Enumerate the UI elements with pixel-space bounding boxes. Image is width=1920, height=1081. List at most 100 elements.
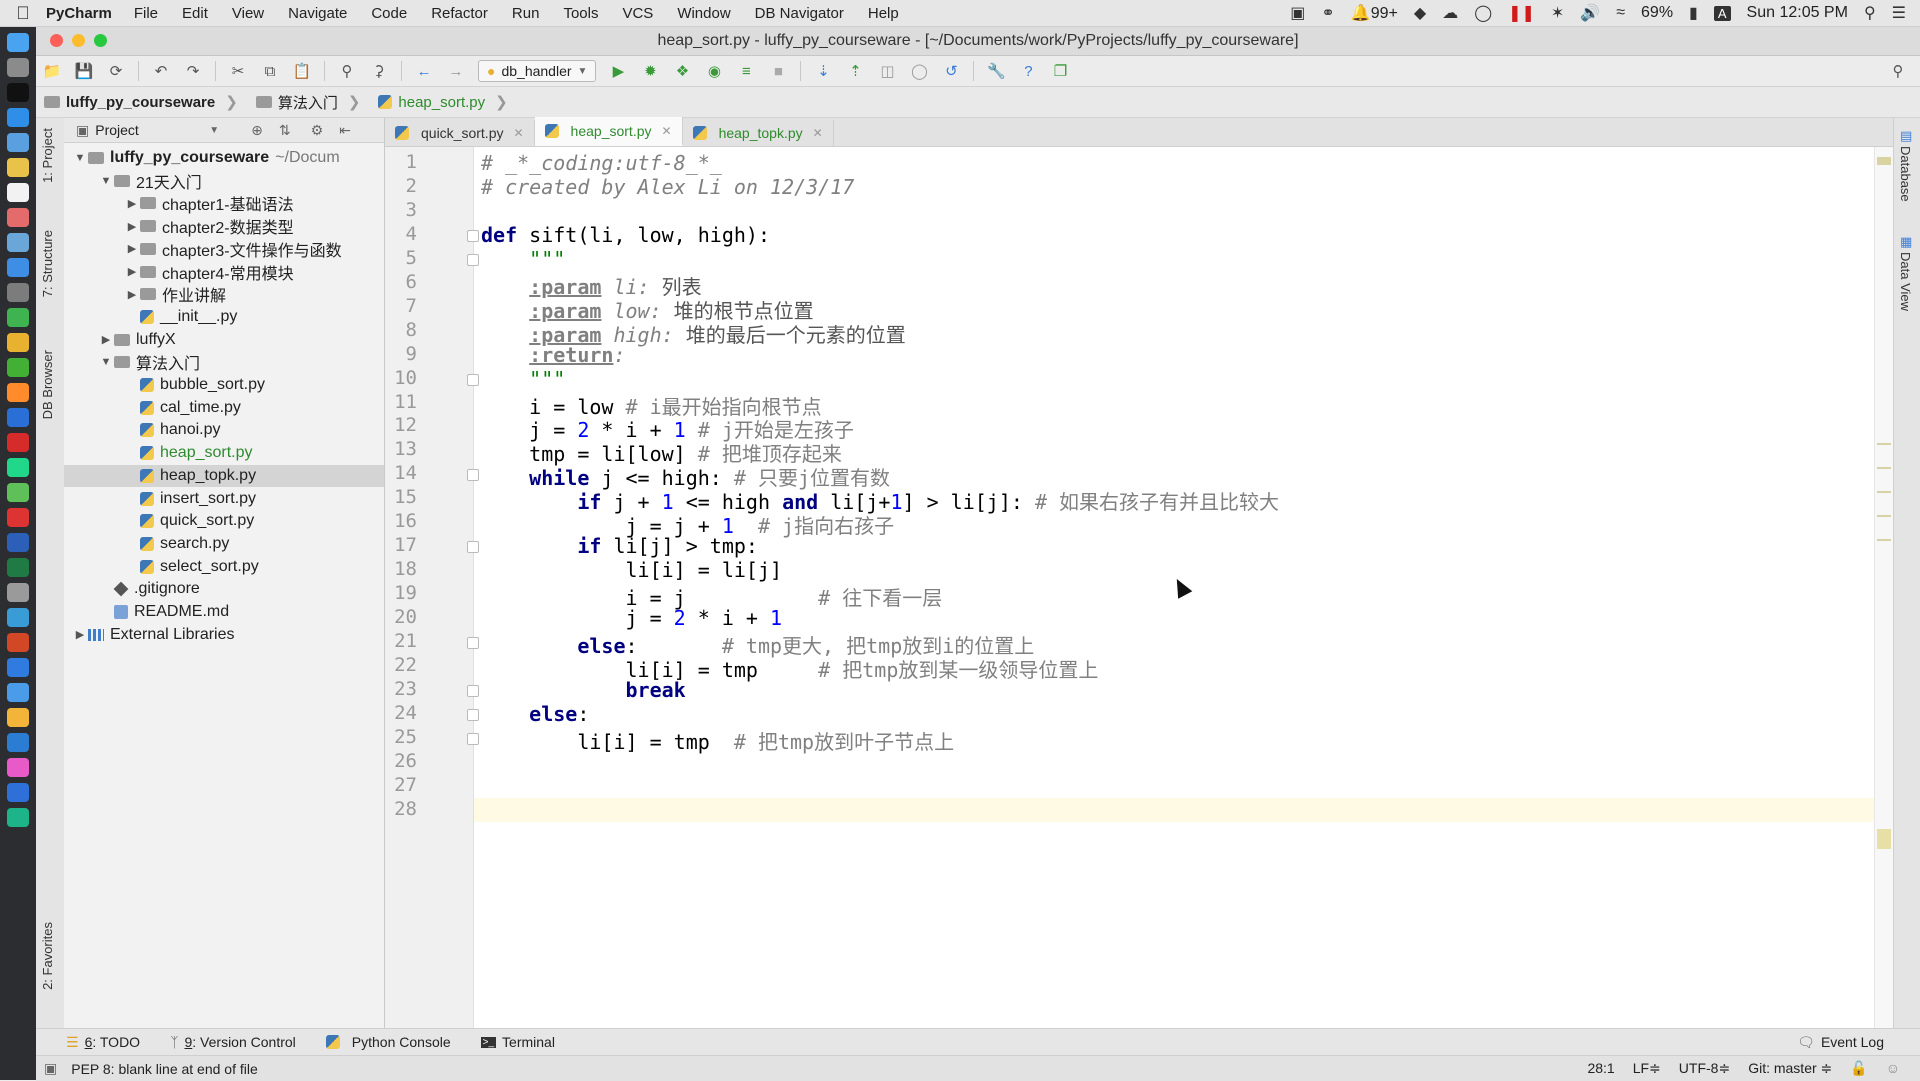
concurrency-icon[interactable]: ≡ <box>735 60 757 82</box>
tree-item[interactable]: __init__.py <box>64 306 384 328</box>
dock-location-icon[interactable] <box>7 658 29 677</box>
debug-icon[interactable]: ✹ <box>639 60 661 82</box>
inspector-icon[interactable]: ☺ <box>1886 1060 1900 1077</box>
vcs-history-icon[interactable]: ◯ <box>908 60 930 82</box>
dock-excel-icon[interactable] <box>7 558 29 577</box>
apple-logo-icon[interactable]:  <box>0 3 46 24</box>
data-view-icon[interactable]: ▦ <box>1900 234 1912 250</box>
code-line[interactable]: else: <box>481 702 589 726</box>
line-number[interactable]: 5 <box>385 247 417 269</box>
chevron-right-icon[interactable]: ▶ <box>98 333 114 346</box>
dock-sublime-icon[interactable] <box>7 383 29 402</box>
back-arrow-icon[interactable]: ← <box>413 60 435 82</box>
line-number[interactable]: 25 <box>385 726 417 748</box>
dock-mail-icon[interactable] <box>7 133 29 152</box>
tree-item[interactable]: ▶ chapter2-数据类型 <box>64 215 384 237</box>
dock-qq-icon[interactable] <box>7 408 29 427</box>
dock-preview-icon[interactable] <box>7 233 29 252</box>
code-line[interactable]: """ <box>481 367 565 391</box>
vcs-update-icon[interactable]: ⇣ <box>812 60 834 82</box>
line-number[interactable]: 14 <box>385 462 417 484</box>
close-icon[interactable]: ✕ <box>513 126 523 140</box>
tree-item[interactable]: heap_topk.py <box>64 464 384 487</box>
chevron-down-icon[interactable]: ▼ <box>72 152 88 164</box>
chevron-down-icon[interactable]: ▼ <box>98 356 114 368</box>
chevron-right-icon[interactable]: ▶ <box>124 242 140 255</box>
line-number[interactable]: 7 <box>385 295 417 317</box>
tree-item[interactable]: search.py <box>64 533 384 555</box>
dock-xmind-icon[interactable] <box>7 583 29 602</box>
collapse-all-icon[interactable]: ⇅ <box>279 122 291 139</box>
close-icon[interactable]: ✕ <box>662 124 672 138</box>
tree-item[interactable]: ▶ chapter1-基础语法 <box>64 192 384 214</box>
breadcrumb-file[interactable]: heap_sort.py ❯ <box>370 93 517 111</box>
code-line[interactable]: # created by Alex Li on 12/3/17 <box>481 175 854 199</box>
tree-item[interactable]: ▶ External Libraries <box>64 624 384 646</box>
code-line[interactable]: li[i] = li[j] <box>481 558 782 582</box>
battery-icon[interactable]: ▮ <box>1689 3 1698 23</box>
tool-tab-todo[interactable]: ☰ 6: TODO <box>66 1034 140 1051</box>
code-line[interactable]: def sift(li, low, high): <box>481 223 770 247</box>
pep8-warning-marker[interactable] <box>1877 829 1891 849</box>
chevron-right-icon[interactable]: ▶ <box>124 220 140 233</box>
notifications-badge[interactable]: 🔔99+ <box>1351 3 1398 23</box>
line-number[interactable]: 10 <box>385 367 417 389</box>
tree-item[interactable]: .gitignore <box>64 578 384 600</box>
code-line[interactable]: j = 2 * i + 1 <box>481 606 782 630</box>
pause-icon[interactable]: ❚❚ <box>1508 3 1535 23</box>
dock-itunes-icon[interactable] <box>7 758 29 777</box>
fold-marker-icon[interactable] <box>467 253 479 266</box>
line-number[interactable]: 11 <box>385 391 417 413</box>
dock-netease-icon[interactable] <box>7 508 29 527</box>
tree-item[interactable]: ▼ luffy_py_courseware ~/Docum <box>64 147 384 169</box>
locate-file-icon[interactable]: ⊕ <box>251 122 263 139</box>
tree-item[interactable]: bubble_sort.py <box>64 374 384 396</box>
menu-run[interactable]: Run <box>512 5 540 22</box>
caret-position[interactable]: 28:1 <box>1587 1060 1614 1077</box>
dock-launchpad-icon[interactable] <box>7 58 29 77</box>
project-view-select[interactable]: Project <box>95 122 203 138</box>
menu-file[interactable]: File <box>134 5 158 22</box>
battery-percent[interactable]: 69% <box>1641 4 1673 22</box>
line-number[interactable]: 28 <box>385 798 417 820</box>
dock-photos-icon[interactable] <box>7 208 29 227</box>
fold-marker-icon[interactable] <box>467 637 479 649</box>
vcs-revert-icon[interactable]: ↺ <box>940 60 962 82</box>
chevron-right-icon[interactable]: ▶ <box>124 265 140 278</box>
menu-vcs[interactable]: VCS <box>622 5 653 22</box>
dock-pycharm-icon[interactable] <box>7 458 29 477</box>
stripe-marker[interactable] <box>1877 515 1891 517</box>
error-stripe[interactable] <box>1874 147 1893 1028</box>
event-log-button[interactable]: 🗨 Event Log <box>1797 1034 1884 1051</box>
tool-tab-db-browser[interactable]: DB Browser <box>40 350 55 419</box>
hide-panel-icon[interactable]: ⇤ <box>339 122 351 139</box>
find-icon[interactable]: ⚲ <box>336 60 358 82</box>
database-icon[interactable]: ▤ <box>1900 128 1912 144</box>
line-number[interactable]: 20 <box>385 606 417 628</box>
breadcrumb-folder[interactable]: 算法入门 ❯ <box>248 92 371 113</box>
sync-icon[interactable]: ⟳ <box>105 60 127 82</box>
line-number[interactable]: 22 <box>385 654 417 676</box>
code-line[interactable]: if li[j] > tmp: <box>481 534 758 558</box>
paste-icon[interactable]: 📋 <box>291 60 313 82</box>
line-number[interactable]: 24 <box>385 702 417 724</box>
tab-heap-topk[interactable]: heap_topk.py ✕ <box>683 120 834 146</box>
line-number[interactable]: 26 <box>385 750 417 772</box>
tree-item[interactable]: ▶ 作业讲解 <box>64 283 384 305</box>
dock-wechat-icon[interactable] <box>7 358 29 377</box>
code-line[interactable]: """ <box>481 247 565 271</box>
line-number[interactable]: 13 <box>385 438 417 460</box>
tool-tab-project[interactable]: 1: Project <box>40 128 55 183</box>
code-editor[interactable]: 1 2 3 4 5 6 7 8 9 10 11 12 13 14 15 16 17 18 19 20 21 22 23 24 2… <box>385 147 1893 1028</box>
tool-tab-data-view[interactable]: Data View <box>1898 252 1913 311</box>
line-number[interactable]: 17 <box>385 534 417 556</box>
profile-icon[interactable]: ◉ <box>703 60 725 82</box>
tree-item[interactable]: ▼ 算法入门 <box>64 351 384 373</box>
line-number[interactable]: 21 <box>385 630 417 652</box>
line-number[interactable]: 6 <box>385 271 417 293</box>
vcs-commit-icon[interactable]: ⇡ <box>844 60 866 82</box>
dock-settings-icon[interactable] <box>7 283 29 302</box>
dock-finder-icon[interactable] <box>7 33 29 52</box>
chevron-down-icon[interactable]: ▼ <box>209 125 219 136</box>
dock-cloud-icon[interactable] <box>7 683 29 702</box>
